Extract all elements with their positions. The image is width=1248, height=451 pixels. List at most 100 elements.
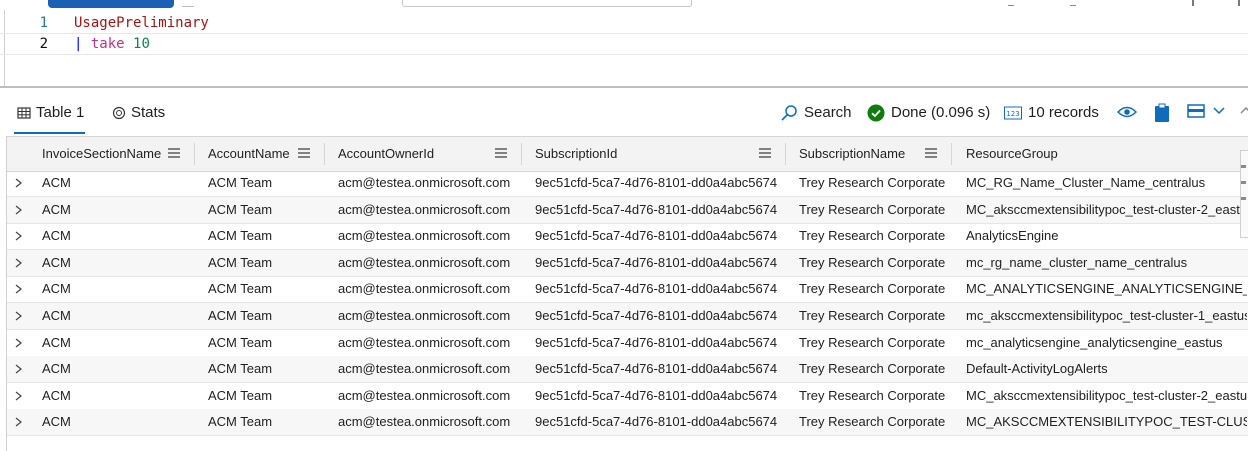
column-header-invoicesectionname[interactable]: InvoiceSectionName <box>42 137 161 171</box>
table-cell-invoicesectionname[interactable]: ACM <box>42 276 71 302</box>
table-cell-invoicesectionname[interactable]: ACM <box>42 330 71 356</box>
table-cell-subscriptionname[interactable]: Trey Research Corporate <box>799 330 945 356</box>
toolbar-item[interactable] <box>1238 0 1240 6</box>
table-cell-accountname[interactable]: ACM Team <box>208 276 272 302</box>
chevron-right-icon[interactable] <box>15 231 22 241</box>
table-cell-subscriptionname[interactable]: Trey Research Corporate <box>799 223 945 249</box>
chevron-right-icon[interactable] <box>15 178 22 188</box>
column-menu-icon[interactable] <box>759 148 771 158</box>
table-row[interactable]: ACM ACM Team acm@testea.onmicrosoft.com 9ec… <box>7 249 1248 277</box>
table-cell-subscriptionid[interactable]: 9ec51cfd-5ca7-4d76-8101-dd0a4abc5674 <box>535 276 777 302</box>
table-cell-subscriptionid[interactable]: 9ec51cfd-5ca7-4d76-8101-dd0a4abc5674 <box>535 223 777 249</box>
column-menu-icon[interactable] <box>495 148 507 158</box>
table-cell-resourcegroup[interactable]: AnalyticsEngine <box>966 223 1247 249</box>
table-cell-subscriptionid[interactable]: 9ec51cfd-5ca7-4d76-8101-dd0a4abc5674 <box>535 330 777 356</box>
table-row[interactable]: ACM ACM Team acm@testea.onmicrosoft.com 9ec… <box>7 356 1248 384</box>
chevron-right-icon[interactable] <box>15 205 22 215</box>
table-cell-subscriptionname[interactable]: Trey Research Corporate <box>799 197 945 223</box>
table-cell-accountname[interactable]: ACM Team <box>208 223 272 249</box>
table-cell-resourcegroup[interactable]: MC_aksccmextensibilitypoc_test-cluster-2… <box>966 383 1247 409</box>
table-cell-subscriptionname[interactable]: Trey Research Corporate <box>799 170 945 196</box>
column-divider[interactable] <box>521 143 522 165</box>
chevron-right-icon[interactable] <box>15 258 22 268</box>
chevron-right-icon[interactable] <box>15 338 22 348</box>
search-button[interactable]: Search <box>780 102 852 124</box>
table-cell-accountownerid[interactable]: acm@testea.onmicrosoft.com <box>338 303 510 329</box>
layout-icon[interactable] <box>1187 103 1205 119</box>
column-header-subscriptionid[interactable]: SubscriptionId <box>535 137 617 171</box>
clipboard-icon[interactable] <box>1154 103 1170 123</box>
table-cell-accountownerid[interactable]: acm@testea.onmicrosoft.com <box>338 330 510 356</box>
table-cell-accountname[interactable]: ACM Team <box>208 356 272 382</box>
chevron-up-icon[interactable] <box>1239 103 1248 119</box>
toolbar-item[interactable] <box>1008 0 1014 6</box>
toolbar-item[interactable] <box>1192 0 1194 6</box>
table-cell-accountname[interactable]: ACM Team <box>208 170 272 196</box>
table-cell-resourcegroup[interactable]: mc_rg_name_cluster_name_centralus <box>966 250 1247 276</box>
table-cell-subscriptionid[interactable]: 9ec51cfd-5ca7-4d76-8101-dd0a4abc5674 <box>535 356 777 382</box>
columns-side-panel-tab[interactable] <box>1240 150 1248 238</box>
column-divider[interactable] <box>194 143 195 165</box>
table-cell-accountname[interactable]: ACM Team <box>208 303 272 329</box>
column-header-accountname[interactable]: AccountName <box>208 137 290 171</box>
table-cell-invoicesectionname[interactable]: ACM <box>42 170 71 196</box>
column-divider[interactable] <box>324 143 325 165</box>
tab-table-1[interactable]: Table 1 <box>17 102 84 124</box>
table-row[interactable]: ACM ACM Team acm@testea.onmicrosoft.com 9ec… <box>7 330 1248 357</box>
table-cell-invoicesectionname[interactable]: ACM <box>42 223 71 249</box>
chevron-right-icon[interactable] <box>15 364 22 374</box>
column-divider[interactable] <box>785 143 786 165</box>
table-row[interactable]: ACM ACM Team acm@testea.onmicrosoft.com 9ec… <box>7 196 1248 224</box>
table-cell-invoicesectionname[interactable]: ACM <box>42 250 71 276</box>
table-cell-subscriptionname[interactable]: Trey Research Corporate <box>799 250 945 276</box>
table-cell-accountownerid[interactable]: acm@testea.onmicrosoft.com <box>338 223 510 249</box>
table-cell-accountownerid[interactable]: acm@testea.onmicrosoft.com <box>338 197 510 223</box>
table-cell-subscriptionname[interactable]: Trey Research Corporate <box>799 276 945 302</box>
database-selector[interactable] <box>402 0 692 7</box>
table-cell-accountownerid[interactable]: acm@testea.onmicrosoft.com <box>338 356 510 382</box>
table-cell-subscriptionid[interactable]: 9ec51cfd-5ca7-4d76-8101-dd0a4abc5674 <box>535 383 777 409</box>
toolbar-item[interactable] <box>1070 0 1076 6</box>
tab-stats[interactable]: Stats <box>112 102 165 124</box>
chevron-right-icon[interactable] <box>15 391 22 401</box>
table-row[interactable]: ACM ACM Team acm@testea.onmicrosoft.com 9ec… <box>7 383 1248 410</box>
table-cell-resourcegroup[interactable]: Default-ActivityLogAlerts <box>966 356 1247 382</box>
chevron-down-icon[interactable] <box>1212 103 1226 119</box>
table-cell-resourcegroup[interactable]: MC_AKSCCMEXTENSIBILITYPOC_TEST-CLUSTER-2 <box>966 409 1247 435</box>
chevron-right-icon[interactable] <box>15 284 22 294</box>
table-cell-subscriptionname[interactable]: Trey Research Corporate <box>799 383 945 409</box>
table-cell-accountownerid[interactable]: acm@testea.onmicrosoft.com <box>338 276 510 302</box>
table-cell-subscriptionid[interactable]: 9ec51cfd-5ca7-4d76-8101-dd0a4abc5674 <box>535 250 777 276</box>
table-cell-subscriptionid[interactable]: 9ec51cfd-5ca7-4d76-8101-dd0a4abc5674 <box>535 197 777 223</box>
table-row[interactable]: ACM ACM Team acm@testea.onmicrosoft.com 9ec… <box>7 276 1248 304</box>
table-cell-invoicesectionname[interactable]: ACM <box>42 197 71 223</box>
table-cell-resourcegroup[interactable]: MC_aksccmextensibilitypoc_test-cluster-2… <box>966 197 1247 223</box>
table-cell-accountownerid[interactable]: acm@testea.onmicrosoft.com <box>338 170 510 196</box>
code-line-2[interactable]: 2 | take 10 <box>0 33 1248 55</box>
chevron-right-icon[interactable] <box>15 417 22 427</box>
table-cell-accountname[interactable]: ACM Team <box>208 330 272 356</box>
table-cell-subscriptionname[interactable]: Trey Research Corporate <box>799 409 945 435</box>
query-editor[interactable]: 1 UsagePreliminary 2 | take 10 <box>0 10 1248 88</box>
table-cell-accountname[interactable]: ACM Team <box>208 250 272 276</box>
column-menu-icon[interactable] <box>298 148 310 158</box>
table-row[interactable]: ACM ACM Team acm@testea.onmicrosoft.com 9ec… <box>7 223 1248 251</box>
table-row[interactable]: ACM ACM Team acm@testea.onmicrosoft.com 9ec… <box>7 170 1248 197</box>
chevron-right-icon[interactable] <box>15 311 22 321</box>
table-cell-accountname[interactable]: ACM Team <box>208 197 272 223</box>
column-menu-icon[interactable] <box>925 148 937 158</box>
table-cell-accountownerid[interactable]: acm@testea.onmicrosoft.com <box>338 383 510 409</box>
run-button[interactable] <box>48 0 174 8</box>
table-cell-subscriptionid[interactable]: 9ec51cfd-5ca7-4d76-8101-dd0a4abc5674 <box>535 409 777 435</box>
column-divider[interactable] <box>951 143 952 165</box>
table-cell-subscriptionname[interactable]: Trey Research Corporate <box>799 303 945 329</box>
column-header-subscriptionname[interactable]: SubscriptionName <box>799 137 905 171</box>
table-cell-accountname[interactable]: ACM Team <box>208 383 272 409</box>
table-row[interactable]: ACM ACM Team acm@testea.onmicrosoft.com 9ec… <box>7 303 1248 330</box>
table-cell-invoicesectionname[interactable]: ACM <box>42 409 71 435</box>
table-cell-accountownerid[interactable]: acm@testea.onmicrosoft.com <box>338 409 510 435</box>
column-menu-icon[interactable] <box>168 148 180 158</box>
table-cell-invoicesectionname[interactable]: ACM <box>42 303 71 329</box>
table-cell-subscriptionid[interactable]: 9ec51cfd-5ca7-4d76-8101-dd0a4abc5674 <box>535 303 777 329</box>
table-cell-resourcegroup[interactable]: MC_RG_Name_Cluster_Name_centralus <box>966 170 1247 196</box>
